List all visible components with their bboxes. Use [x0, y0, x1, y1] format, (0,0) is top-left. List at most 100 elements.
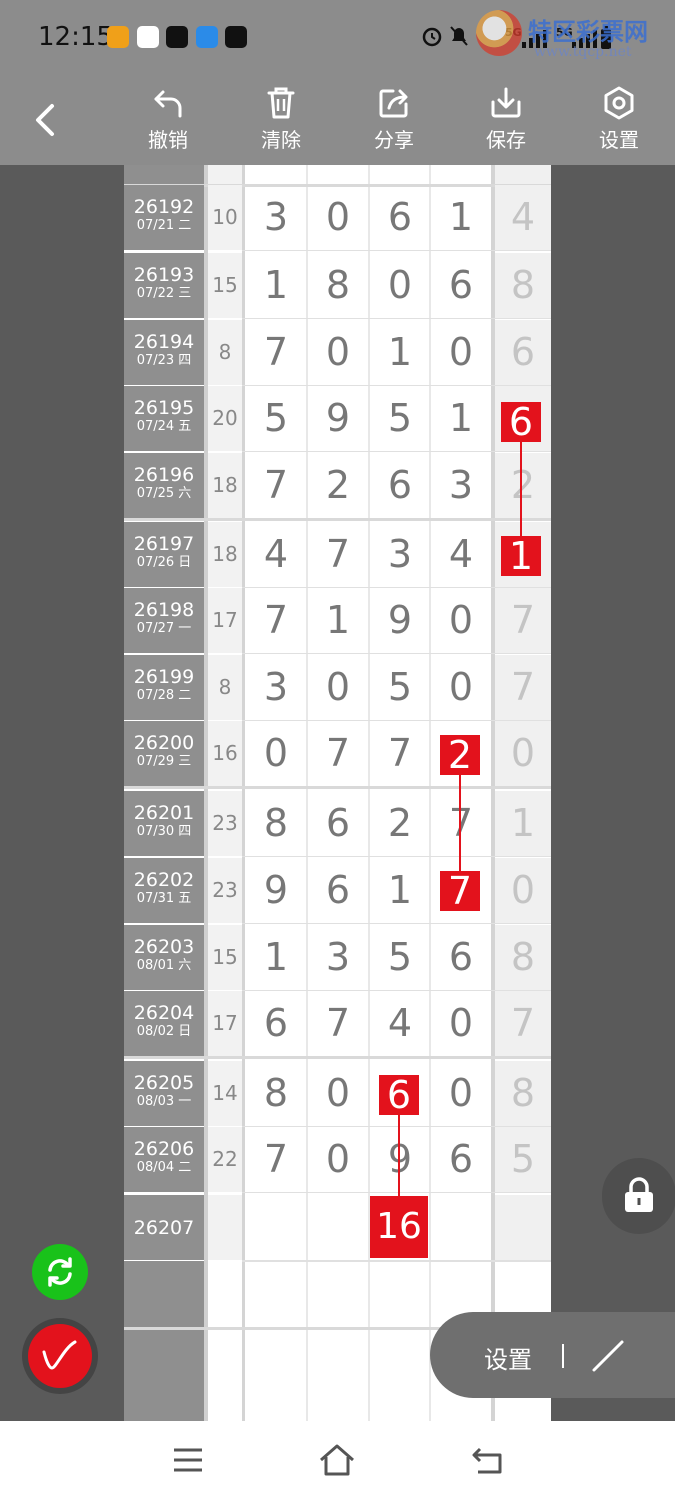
digit-cell[interactable]: 0: [308, 1127, 368, 1192]
digit-cell[interactable]: 7: [370, 721, 430, 786]
digit-cell[interactable]: 6: [370, 453, 430, 518]
tail-cell[interactable]: 5: [495, 1127, 551, 1192]
digit-cell[interactable]: 3: [431, 453, 491, 518]
tail-cell[interactable]: 0: [495, 721, 551, 786]
digit-cell[interactable]: 0: [246, 721, 306, 786]
tail-cell[interactable]: 8: [495, 1061, 551, 1126]
pen-settings-pill[interactable]: 设置: [430, 1312, 675, 1398]
digit-cell[interactable]: 3: [370, 522, 430, 587]
digit-cell[interactable]: 1: [431, 185, 491, 250]
tail-cell[interactable]: 0: [495, 858, 551, 923]
digit-cell[interactable]: 7: [246, 1127, 306, 1192]
digit-cell[interactable]: 7: [246, 588, 306, 653]
digit-cell[interactable]: [431, 1195, 491, 1260]
digit-cell[interactable]: 1: [308, 588, 368, 653]
menu-icon[interactable]: [172, 1447, 204, 1473]
tail-cell[interactable]: 8: [495, 925, 551, 990]
digit-cell[interactable]: 6: [431, 253, 491, 318]
digit-cell[interactable]: 8: [246, 791, 306, 856]
tail-cell[interactable]: 2: [495, 453, 551, 518]
digit-cell[interactable]: 1: [246, 253, 306, 318]
digit-cell[interactable]: 8: [308, 253, 368, 318]
refresh-button[interactable]: [32, 1244, 88, 1300]
digit-cell[interactable]: 3: [246, 185, 306, 250]
lock-button[interactable]: [602, 1158, 675, 1234]
digit-cell[interactable]: 7: [308, 991, 368, 1056]
digit-cell[interactable]: 0: [431, 1061, 491, 1126]
highlight-marker-sum[interactable]: 16: [370, 1196, 428, 1258]
digit-cell[interactable]: 0: [431, 655, 491, 720]
digit-cell[interactable]: 2: [370, 791, 430, 856]
highlight-marker[interactable]: 2: [440, 735, 480, 775]
highlight-marker[interactable]: 6: [379, 1075, 419, 1115]
digit-cell[interactable]: 0: [431, 165, 491, 184]
digit-cell[interactable]: 0: [431, 588, 491, 653]
share-button[interactable]: 分享: [359, 86, 429, 160]
digit-cell[interactable]: 6: [308, 858, 368, 923]
digit-cell[interactable]: 0: [308, 655, 368, 720]
digit-cell[interactable]: 6: [246, 991, 306, 1056]
digit-cell[interactable]: 0: [370, 253, 430, 318]
digit-cell[interactable]: 6: [431, 925, 491, 990]
highlight-marker[interactable]: 6: [501, 402, 541, 442]
digit-cell[interactable]: 5: [370, 655, 430, 720]
tail-cell[interactable]: [495, 1195, 551, 1260]
tail-cell[interactable]: 8: [495, 253, 551, 318]
undo-button[interactable]: 撤销: [133, 86, 203, 160]
back-nav-icon[interactable]: [470, 1445, 504, 1475]
lottery-trend-sheet[interactable]: 2619107/20009092619207/21 二1030614261930…: [124, 165, 551, 1421]
digit-cell[interactable]: 7: [308, 721, 368, 786]
digit-cell[interactable]: 7: [246, 453, 306, 518]
digit-cell[interactable]: 0: [308, 165, 368, 184]
tail-cell[interactable]: 7: [495, 588, 551, 653]
digit-cell[interactable]: 5: [246, 386, 306, 451]
digit-cell[interactable]: 3: [308, 925, 368, 990]
highlight-marker[interactable]: 1: [501, 536, 541, 576]
digit-cell[interactable]: 9: [370, 1127, 430, 1192]
digit-cell[interactable]: 9: [370, 165, 430, 184]
digit-cell[interactable]: 1: [370, 320, 430, 385]
digit-cell[interactable]: 0: [431, 991, 491, 1056]
digit-cell[interactable]: 7: [308, 522, 368, 587]
digit-cell[interactable]: 0: [431, 320, 491, 385]
digit-cell[interactable]: 5: [370, 925, 430, 990]
digit-cell[interactable]: 7: [246, 320, 306, 385]
digit-cell[interactable]: 5: [370, 386, 430, 451]
digit-cell[interactable]: 4: [431, 522, 491, 587]
digit-cell[interactable]: 0: [246, 165, 306, 184]
digit-cell[interactable]: [246, 1195, 306, 1260]
tail-cell[interactable]: 7: [495, 991, 551, 1056]
clear-button[interactable]: 清除: [246, 86, 316, 160]
tail-cell[interactable]: 1: [495, 791, 551, 856]
digit-cell[interactable]: [308, 1195, 368, 1260]
digit-cell[interactable]: 0: [308, 320, 368, 385]
highlight-marker[interactable]: 7: [440, 871, 480, 911]
digit-cell[interactable]: 9: [308, 386, 368, 451]
tail-cell[interactable]: 9: [495, 165, 551, 184]
digit-cell[interactable]: 4: [246, 522, 306, 587]
settings-button[interactable]: 设置: [584, 86, 654, 160]
digit-cell[interactable]: 1: [246, 925, 306, 990]
digit-cell[interactable]: 1: [370, 858, 430, 923]
home-icon[interactable]: [318, 1443, 356, 1477]
digit-cell[interactable]: 9: [370, 588, 430, 653]
digit-cell[interactable]: 2: [308, 453, 368, 518]
digit-cell[interactable]: 6: [308, 791, 368, 856]
line-tool-icon[interactable]: [590, 1338, 626, 1374]
tail-cell[interactable]: 4: [495, 185, 551, 250]
digit-cell[interactable]: 8: [246, 1061, 306, 1126]
tail-cell[interactable]: 6: [495, 320, 551, 385]
digit-cell[interactable]: 1: [431, 386, 491, 451]
digit-cell[interactable]: 4: [370, 991, 430, 1056]
digit-cell[interactable]: 6: [431, 1127, 491, 1192]
draw-mode-button[interactable]: [22, 1318, 98, 1394]
digit-cell[interactable]: 3: [246, 655, 306, 720]
back-button[interactable]: [28, 100, 64, 140]
digit-cell[interactable]: 7: [431, 791, 491, 856]
tail-cell[interactable]: 7: [495, 655, 551, 720]
save-button[interactable]: 保存: [471, 86, 541, 160]
digit-cell[interactable]: 6: [370, 185, 430, 250]
digit-cell[interactable]: 9: [246, 858, 306, 923]
digit-cell[interactable]: 0: [308, 185, 368, 250]
digit-cell[interactable]: 0: [308, 1061, 368, 1126]
